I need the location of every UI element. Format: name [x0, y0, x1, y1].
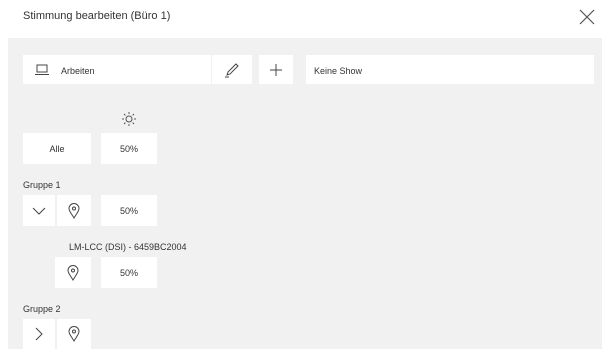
edit-scene-button[interactable] — [212, 55, 252, 84]
location-pin-icon — [67, 264, 79, 281]
all-label: Alle — [49, 143, 65, 154]
device-brightness-text: 50% — [119, 267, 138, 278]
scene-select[interactable]: Arbeiten — [23, 55, 211, 84]
group-1-brightness-value[interactable]: 50% — [101, 195, 157, 226]
chevron-down-icon — [32, 207, 46, 215]
show-name: Keine Show — [314, 66, 363, 76]
plus-icon — [270, 63, 282, 76]
all-lights-button[interactable]: Alle — [23, 133, 91, 164]
group-2-toggle-button[interactable] — [23, 319, 55, 349]
all-brightness-value[interactable]: 50% — [101, 133, 157, 164]
group-2-locate-button[interactable] — [57, 319, 91, 349]
group-1-locate-button[interactable] — [57, 195, 91, 226]
group-1-brightness-text: 50% — [119, 205, 138, 216]
add-scene-button[interactable] — [259, 55, 293, 84]
content-panel — [8, 38, 602, 349]
close-button[interactable] — [578, 8, 596, 26]
group-1-label: Gruppe 1 — [23, 180, 61, 190]
location-pin-icon — [68, 326, 80, 342]
device-locate-button[interactable] — [55, 257, 91, 288]
dialog-header: Stimmung bearbeiten (Büro 1) — [0, 0, 602, 38]
device-label: LM-LCC (DSI) - 6459BC2004 — [69, 242, 187, 252]
dialog-title: Stimmung bearbeiten (Büro 1) — [23, 10, 171, 22]
all-brightness-text: 50% — [119, 143, 138, 154]
location-pin-icon — [68, 202, 80, 219]
close-icon — [579, 9, 595, 25]
device-brightness-value[interactable]: 50% — [101, 257, 157, 288]
scene-name: Arbeiten — [61, 66, 95, 76]
group-2-label: Gruppe 2 — [23, 304, 61, 314]
show-select[interactable]: Keine Show — [306, 55, 594, 84]
chevron-right-icon — [35, 327, 43, 341]
sun-icon — [121, 111, 137, 127]
laptop-icon — [34, 64, 50, 76]
pencil-icon — [225, 62, 239, 77]
group-1-toggle-button[interactable] — [23, 195, 55, 226]
